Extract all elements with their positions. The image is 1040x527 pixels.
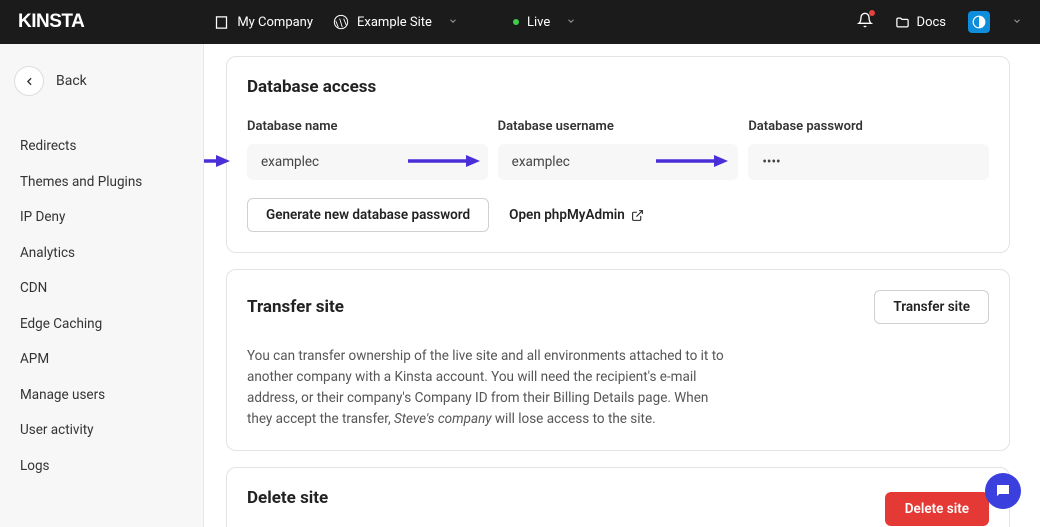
arrow-left-icon xyxy=(14,66,44,96)
folder-icon xyxy=(895,15,910,30)
sidebar-item-manage-users[interactable]: Manage users xyxy=(0,378,203,414)
arrow-annotation-icon xyxy=(204,154,230,168)
user-menu[interactable] xyxy=(1012,15,1022,30)
transfer-title: Transfer site xyxy=(247,297,344,317)
company-name: My Company xyxy=(237,15,313,30)
back-label: Back xyxy=(56,73,87,89)
db-user-label: Database username xyxy=(498,119,739,134)
chevron-down-icon xyxy=(448,15,458,30)
back-button[interactable]: Back xyxy=(0,58,203,104)
db-title: Database access xyxy=(247,77,989,97)
sidebar-item-edge-caching[interactable]: Edge Caching xyxy=(0,307,203,343)
env-label: Live xyxy=(527,15,550,30)
db-name-label: Database name xyxy=(247,119,488,134)
delete-title: Delete site xyxy=(247,488,328,508)
sidebar-item-analytics[interactable]: Analytics xyxy=(0,236,203,272)
open-phpmyadmin-link[interactable]: Open phpMyAdmin xyxy=(509,207,644,223)
sidebar: Back RedirectsThemes and PluginsIP DenyA… xyxy=(0,44,204,527)
delete-site-card: Delete site Delete site xyxy=(226,467,1010,527)
arrow-annotation-icon xyxy=(656,154,728,168)
sidebar-item-themes-and-plugins[interactable]: Themes and Plugins xyxy=(0,165,203,201)
sidebar-item-logs[interactable]: Logs xyxy=(0,449,203,485)
sidebar-item-user-activity[interactable]: User activity xyxy=(0,413,203,449)
avatar[interactable] xyxy=(968,11,990,33)
site-selector[interactable]: Example Site xyxy=(333,14,458,30)
generate-password-button[interactable]: Generate new database password xyxy=(247,198,489,232)
db-pass-label: Database password xyxy=(748,119,989,134)
env-selector[interactable]: Live xyxy=(513,15,576,30)
transfer-description: You can transfer ownership of the live s… xyxy=(247,346,727,430)
chat-icon xyxy=(994,482,1012,500)
logo[interactable]: KINSTA xyxy=(18,11,84,33)
sidebar-item-apm[interactable]: APM xyxy=(0,342,203,378)
notifications-button[interactable] xyxy=(857,12,873,32)
transfer-site-button[interactable]: Transfer site xyxy=(874,290,989,324)
database-access-card: Database access Database name examplec D… xyxy=(226,56,1010,253)
wordpress-icon xyxy=(333,14,349,30)
db-pass-value: •••• xyxy=(748,144,989,180)
status-dot-icon xyxy=(513,19,519,25)
sidebar-item-redirects[interactable]: Redirects xyxy=(0,129,203,165)
sidebar-item-ip-deny[interactable]: IP Deny xyxy=(0,200,203,236)
company-icon xyxy=(214,15,229,30)
delete-site-button[interactable]: Delete site xyxy=(885,492,989,526)
topbar: KINSTA My Company Example Site Live Docs xyxy=(0,0,1040,44)
docs-link[interactable]: Docs xyxy=(895,15,946,30)
sidebar-item-cdn[interactable]: CDN xyxy=(0,271,203,307)
external-link-icon xyxy=(631,209,644,222)
chat-button[interactable] xyxy=(985,473,1021,509)
content: Database access Database name examplec D… xyxy=(204,44,1040,527)
site-name: Example Site xyxy=(357,15,432,30)
arrow-annotation-icon xyxy=(408,154,480,168)
transfer-site-card: Transfer site Transfer site You can tran… xyxy=(226,269,1010,451)
company-selector[interactable]: My Company xyxy=(214,15,313,30)
notification-dot-icon xyxy=(869,10,875,16)
chevron-down-icon xyxy=(566,15,576,30)
